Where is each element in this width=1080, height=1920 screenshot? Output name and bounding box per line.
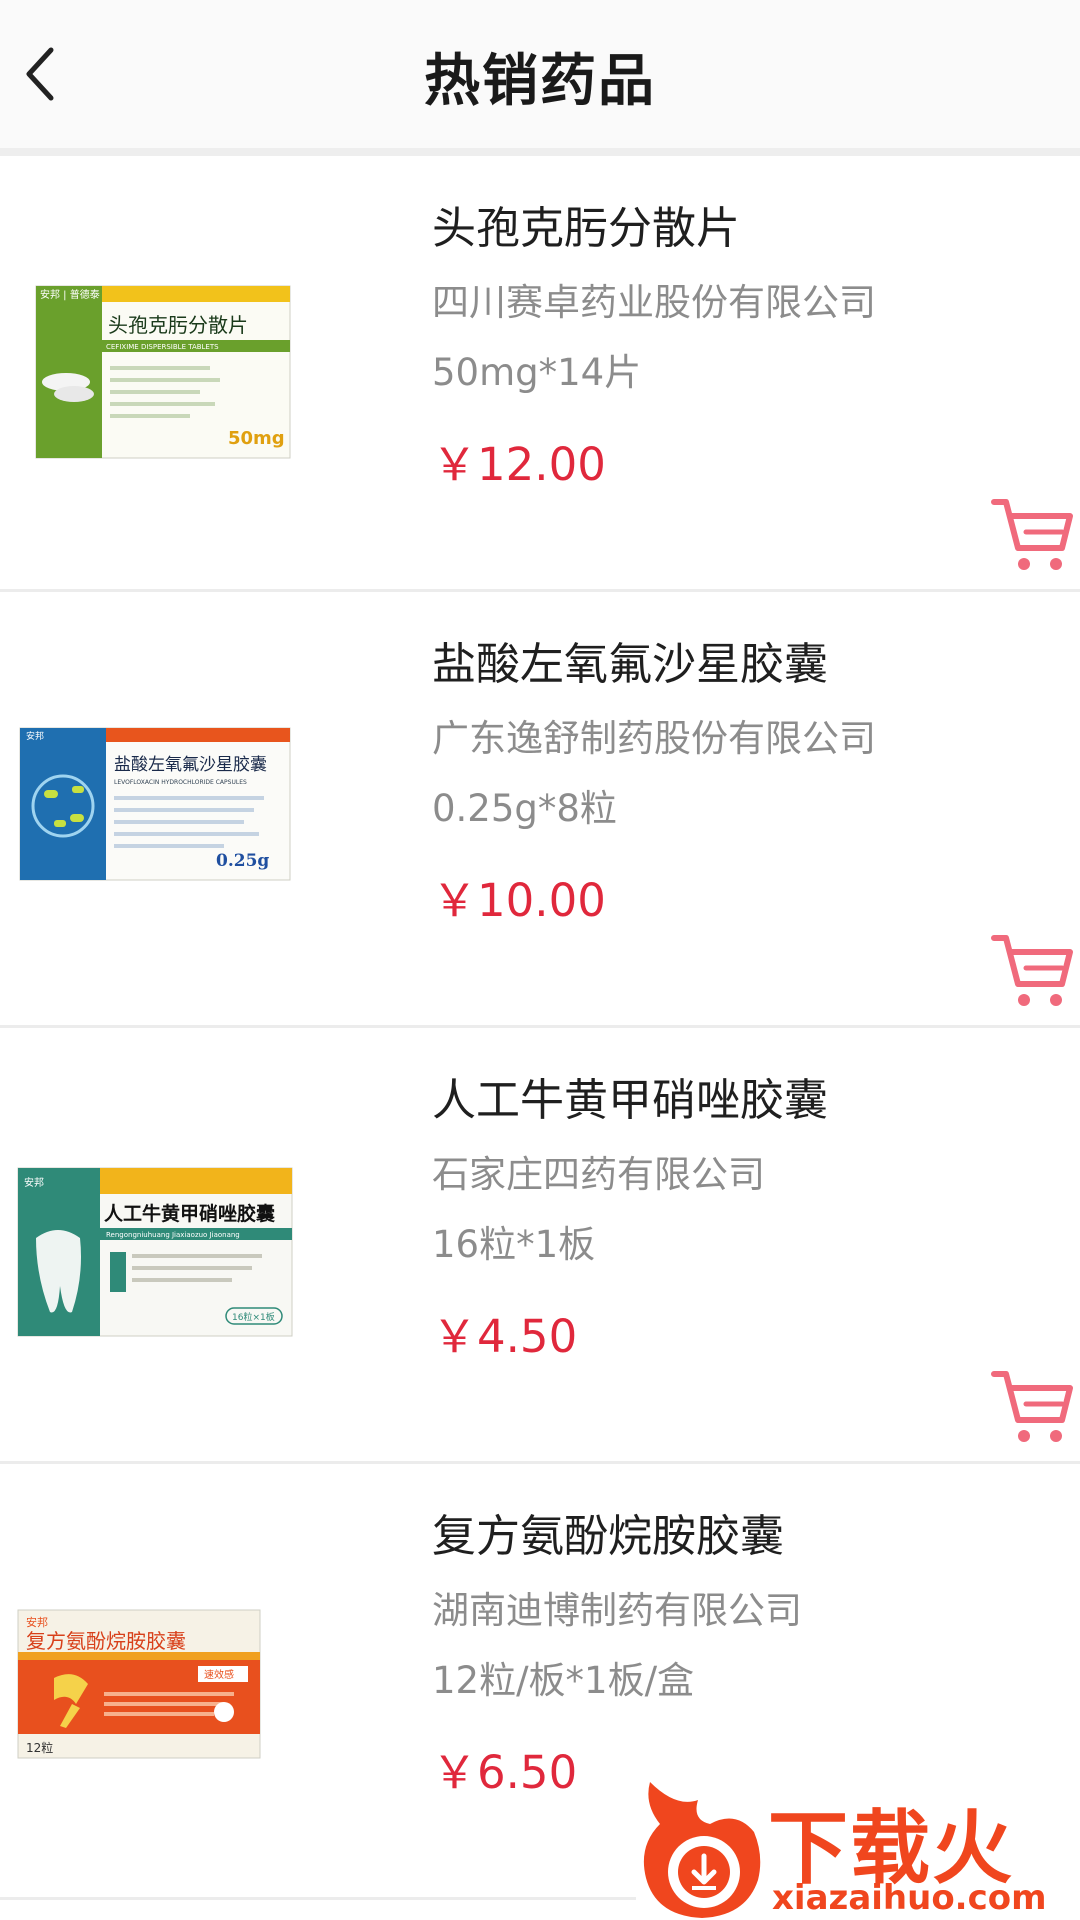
shopping-cart-icon <box>991 1371 1073 1442</box>
product-name[interactable]: 复方氨酚烷胺胶囊 <box>432 1500 784 1564</box>
product-item[interactable]: 安邦 | 普德泰 头孢克肟分散片 CEFIXIME DISPERSIBLE TA… <box>0 156 1080 592</box>
add-to-cart-button[interactable] <box>990 1364 1076 1450</box>
product-item[interactable]: 安邦 盐酸左氧氟沙星胶囊 LEVOFLOXACIN HYDROCHLORIDE … <box>0 592 1080 1028</box>
box-subtitle-text: Rengongniuhuang Jiaxiaozuo Jiaonang <box>106 1231 240 1239</box>
add-to-cart-button[interactable] <box>990 492 1076 578</box>
box-brand-text: 安邦 <box>26 1615 48 1629</box>
product-price: ￥6.50 <box>432 1746 578 1799</box>
box-subtitle-text: LEVOFLOXACIN HYDROCHLORIDE CAPSULES <box>114 779 247 786</box>
box-dose-text: 16粒×1板 <box>232 1311 275 1323</box>
product-manufacturer: 广东逸舒制药股份有限公司 <box>432 717 876 760</box>
product-manufacturer: 石家庄四药有限公司 <box>432 1153 765 1196</box>
box-dose-text: 50mg <box>228 428 285 449</box>
screen: 热销药品 安邦 | 普德泰 头孢克肟分散片 CEFIXIME DISPERSIB… <box>0 0 1080 1920</box>
product-image[interactable]: 安邦 复方氨酚烷胺胶囊 速效感 12粒 <box>14 1608 296 1760</box>
add-to-cart-button[interactable] <box>990 928 1076 1014</box>
box-title-text: 头孢克肟分散片 <box>108 313 248 337</box>
product-spec: 0.25g*8粒 <box>432 787 617 830</box>
box-subtitle-text: 速效感 <box>204 1668 234 1681</box>
page-title: 热销药品 <box>424 49 656 114</box>
product-spec: 50mg*14片 <box>432 351 642 394</box>
box-brand-text: 安邦 <box>24 1176 44 1189</box>
product-spec: 16粒*1板 <box>432 1223 596 1266</box>
product-image[interactable]: 安邦 人工牛黄甲硝唑胶囊 Rengongniuhuang Jiaxiaozuo … <box>14 1166 296 1338</box>
box-brand-text: 安邦 | 普德泰 <box>40 288 100 301</box>
medicine-box-image: 安邦 | 普德泰 头孢克肟分散片 CEFIXIME DISPERSIBLE TA… <box>35 285 291 459</box>
watermark-url: xiazaihuo.com <box>772 1878 1047 1918</box>
product-price: ￥4.50 <box>432 1310 578 1363</box>
shopping-cart-icon <box>991 499 1073 570</box>
product-item[interactable]: 安邦 人工牛黄甲硝唑胶囊 Rengongniuhuang Jiaxiaozuo … <box>0 1028 1080 1464</box>
top-bar: 热销药品 <box>0 0 1080 149</box>
shopping-cart-icon <box>991 935 1073 1006</box>
product-image[interactable]: 安邦 盐酸左氧氟沙星胶囊 LEVOFLOXACIN HYDROCHLORIDE … <box>14 726 296 882</box>
product-name[interactable]: 头孢克肟分散片 <box>432 192 740 256</box>
product-price: ￥12.00 <box>432 438 606 491</box>
product-name[interactable]: 人工牛黄甲硝唑胶囊 <box>432 1064 828 1128</box>
box-title-text: 人工牛黄甲硝唑胶囊 <box>104 1202 276 1225</box>
medicine-box-image: 安邦 盐酸左氧氟沙星胶囊 LEVOFLOXACIN HYDROCHLORIDE … <box>19 727 291 881</box>
medicine-box-image: 安邦 复方氨酚烷胺胶囊 速效感 12粒 <box>17 1609 261 1759</box>
product-manufacturer: 四川赛卓药业股份有限公司 <box>432 281 876 324</box>
product-manufacturer: 湖南迪博制药有限公司 <box>432 1589 802 1632</box>
box-dose-text: 0.25g <box>216 851 269 871</box>
product-name[interactable]: 盐酸左氧氟沙星胶囊 <box>432 628 828 692</box>
product-image[interactable]: 安邦 | 普德泰 头孢克肟分散片 CEFIXIME DISPERSIBLE TA… <box>14 284 296 460</box>
box-title-text: 复方氨酚烷胺胶囊 <box>26 1629 186 1653</box>
medicine-box-image: 安邦 人工牛黄甲硝唑胶囊 Rengongniuhuang Jiaxiaozuo … <box>17 1167 293 1337</box>
product-spec: 12粒/板*1板/盒 <box>432 1659 695 1702</box>
watermark: 下载火 xiazaihuo.com <box>636 1780 1080 1920</box>
flame-logo-icon <box>643 1782 761 1918</box>
box-brand-text: 安邦 <box>26 730 44 742</box>
product-price: ￥10.00 <box>432 874 606 927</box>
box-subtitle-text: CEFIXIME DISPERSIBLE TABLETS <box>106 343 219 351</box>
box-title-text: 盐酸左氧氟沙星胶囊 <box>114 755 267 775</box>
header-divider <box>0 148 1080 156</box>
box-dose-text: 12粒 <box>26 1740 53 1755</box>
product-list: 安邦 | 普德泰 头孢克肟分散片 CEFIXIME DISPERSIBLE TA… <box>0 156 1080 1900</box>
